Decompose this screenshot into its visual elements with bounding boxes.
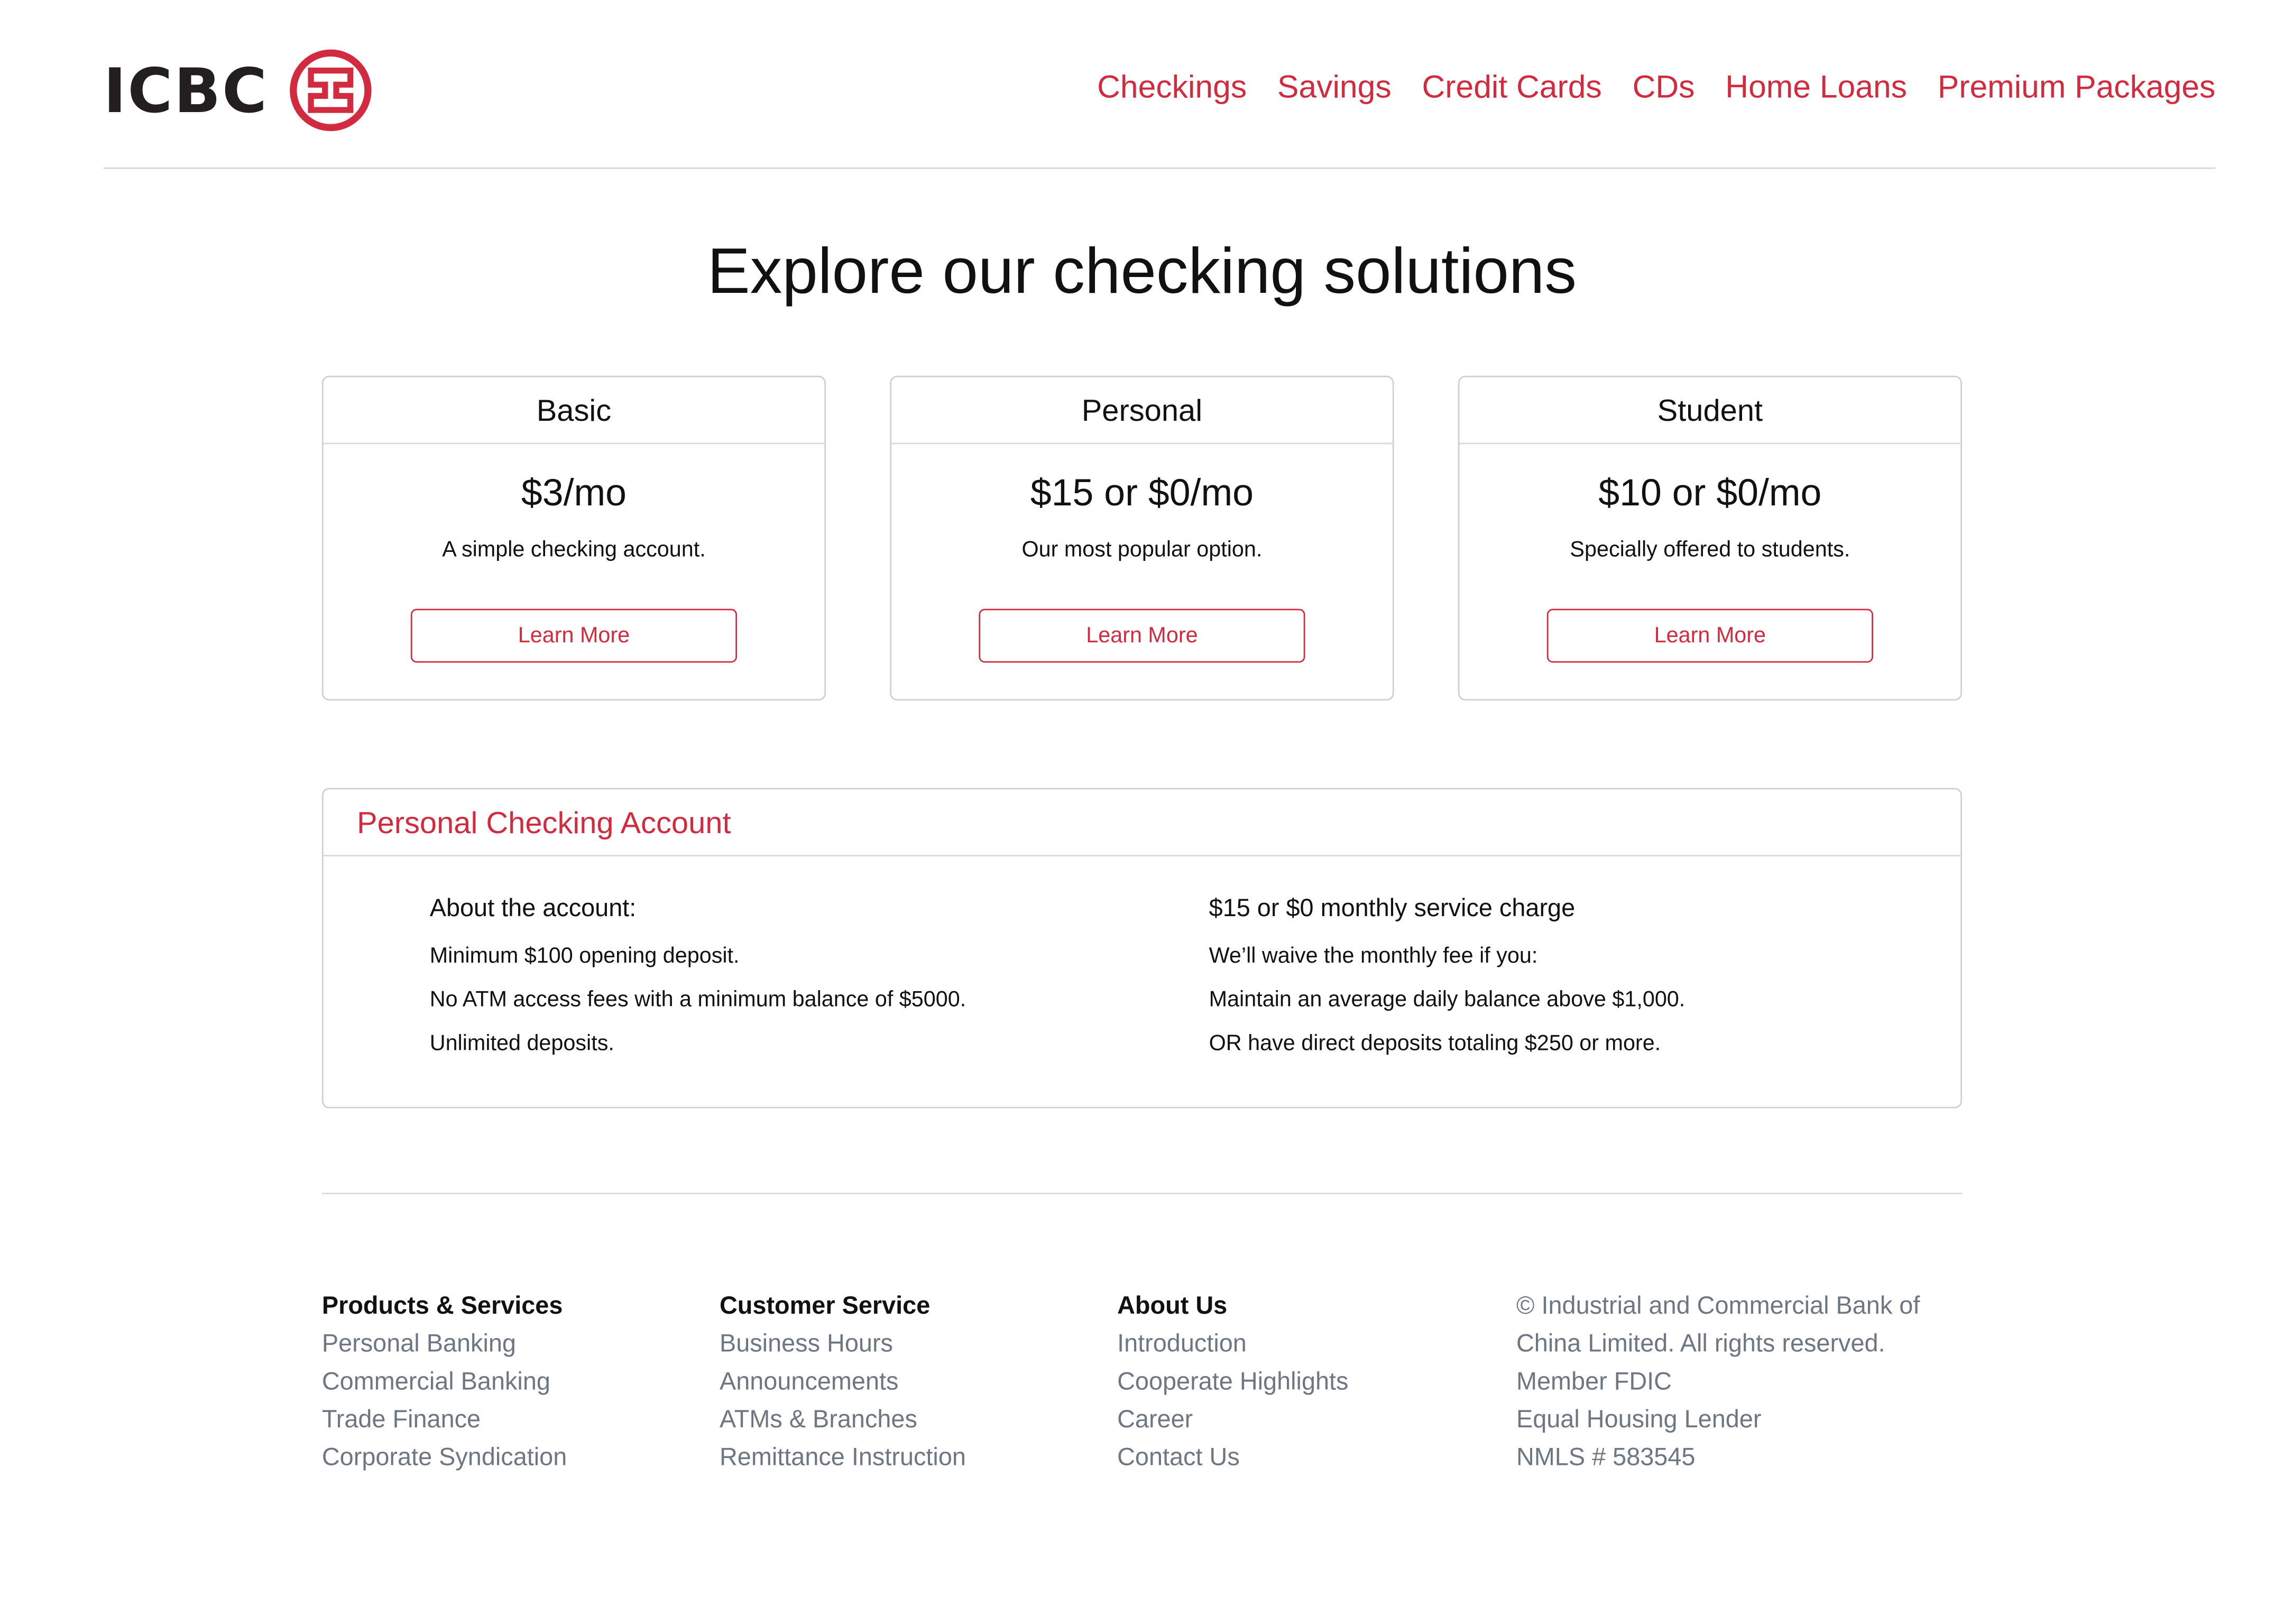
footer-heading: About Us (1117, 1291, 1228, 1320)
footer-link-atms-branches[interactable]: ATMs & Branches (720, 1401, 966, 1439)
footer-divider (321, 1193, 1962, 1195)
plan-description: Our most popular option. (1021, 537, 1263, 562)
brand-wordmark: ICBC (103, 54, 269, 126)
detail-fee-line: We’ll waive the monthly fee if you: (1209, 944, 1538, 969)
footer-link-personal-banking[interactable]: Personal Banking (322, 1325, 567, 1363)
nav-home-loans[interactable]: Home Loans (1725, 68, 1907, 106)
footer-products-column: Products & Services Personal Banking Com… (322, 1287, 567, 1477)
brand-logo[interactable]: ICBC (104, 47, 373, 134)
plan-description: A simple checking account. (442, 537, 706, 562)
detail-fee-line: Maintain an average daily balance above … (1209, 987, 1686, 1012)
detail-fee-line: OR have direct deposits totaling $250 or… (1209, 1031, 1661, 1056)
detail-fee-heading: $15 or $0 monthly service charge (1209, 894, 1576, 922)
footer-heading: Customer Service (719, 1291, 931, 1320)
plan-name: Personal (891, 377, 1393, 445)
plan-name: Student (1459, 377, 1961, 445)
footer-legal-line: Member FDIC (1516, 1367, 1672, 1396)
footer-link-cooperate-highlights[interactable]: Cooperate Highlights (1117, 1363, 1348, 1401)
detail-about-line: Minimum $100 opening deposit. (429, 944, 740, 969)
plan-price: $3/mo (521, 470, 627, 514)
page: ICBC Checkings Savings Credit Cards CDs … (0, 0, 2284, 1624)
nav-premium-packages[interactable]: Premium Packages (1938, 68, 2216, 106)
site-header: ICBC Checkings Savings Credit Cards CDs … (103, 44, 2216, 169)
footer-link-announcements[interactable]: Announcements (720, 1363, 966, 1401)
nav-credit-cards[interactable]: Credit Cards (1422, 68, 1602, 106)
footer-heading: Products & Services (321, 1291, 563, 1320)
main-nav: Checkings Savings Credit Cards CDs Home … (1097, 68, 2215, 106)
detail-about-line: Unlimited deposits. (429, 1031, 614, 1056)
plan-description: Specially offered to students. (1570, 537, 1850, 562)
plan-name: Basic (323, 377, 825, 445)
footer-about-column: About Us Introduction Cooperate Highligh… (1117, 1287, 1348, 1477)
detail-about-line: No ATM access fees with a minimum balanc… (429, 987, 966, 1012)
icbc-emblem-icon (290, 49, 372, 132)
nav-checkings[interactable]: Checkings (1097, 68, 1247, 106)
footer-legal-line: Equal Housing Lender (1516, 1405, 1762, 1433)
nav-cds[interactable]: CDs (1633, 68, 1695, 106)
learn-more-button-student[interactable]: Learn More (1546, 608, 1873, 663)
learn-more-button-personal[interactable]: Learn More (979, 608, 1305, 663)
footer-link-commercial-banking[interactable]: Commercial Banking (322, 1363, 567, 1401)
footer-legal-line: China Limited. All rights reserved. (1516, 1330, 1885, 1358)
footer-link-corporate-syndication[interactable]: Corporate Syndication (322, 1439, 567, 1477)
footer-link-career[interactable]: Career (1117, 1401, 1348, 1439)
detail-fee-column: $15 or $0 monthly service charge We’ll w… (1209, 891, 1686, 1073)
detail-about-column: About the account: Minimum $100 opening … (430, 891, 966, 1073)
footer-link-trade-finance[interactable]: Trade Finance (322, 1401, 567, 1439)
detail-about-heading: About the account: (429, 894, 637, 922)
footer-legal-line: © Industrial and Commercial Bank of (1516, 1291, 1920, 1320)
plan-card-personal: Personal $15 or $0/mo Our most popular o… (890, 375, 1394, 701)
detail-title: Personal Checking Account (323, 789, 1961, 856)
plan-card-basic: Basic $3/mo A simple checking account. L… (321, 375, 826, 701)
footer-service-column: Customer Service Business Hours Announce… (720, 1287, 966, 1477)
plan-card-student: Student $10 or $0/mo Specially offered t… (1458, 375, 1962, 701)
footer-legal-line: NMLS # 583545 (1516, 1443, 1696, 1471)
learn-more-button-basic[interactable]: Learn More (410, 608, 738, 663)
footer-legal-column: © Industrial and Commercial Bank of Chin… (1516, 1287, 1920, 1477)
plan-price: $10 or $0/mo (1598, 470, 1822, 514)
plan-price: $15 or $0/mo (1030, 470, 1254, 514)
footer-link-remittance-instruction[interactable]: Remittance Instruction (720, 1439, 966, 1477)
footer-link-introduction[interactable]: Introduction (1117, 1325, 1348, 1363)
footer-link-business-hours[interactable]: Business Hours (720, 1325, 966, 1363)
account-detail-panel: Personal Checking Account About the acco… (321, 788, 1962, 1109)
nav-savings[interactable]: Savings (1277, 68, 1392, 106)
plan-cards: Basic $3/mo A simple checking account. L… (321, 375, 1962, 701)
page-title: Explore our checking solutions (707, 236, 1577, 308)
footer-link-contact-us[interactable]: Contact Us (1117, 1439, 1348, 1477)
